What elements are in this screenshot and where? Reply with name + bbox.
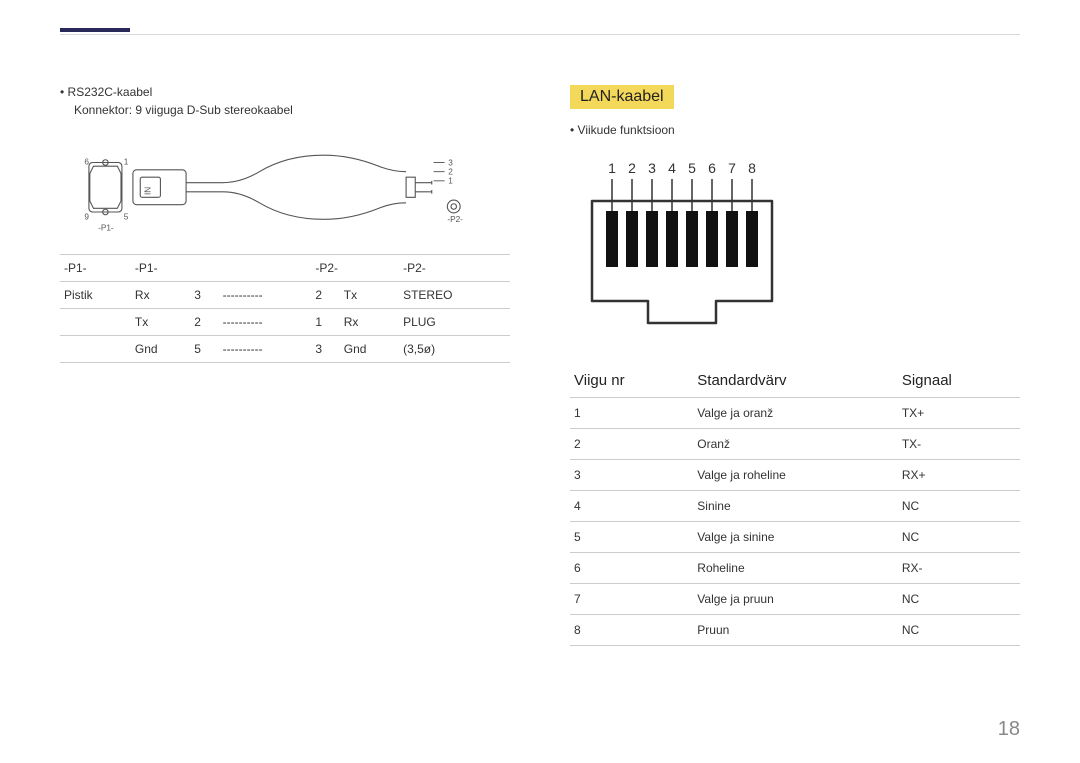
header-rule (60, 34, 1020, 35)
th: -P2- (399, 255, 510, 282)
pin-label: 8 (748, 160, 756, 176)
rs232-diagram: IN 6 1 9 5 -P1- 3 2 1 (60, 135, 490, 245)
th: Signaal (898, 364, 1020, 398)
table-row: 7Valge ja pruunNC (570, 584, 1020, 615)
tip-1: 1 (448, 177, 453, 186)
rs232-subline: Konnektor: 9 viiguga D-Sub stereokaabel (74, 103, 510, 117)
header-accent (60, 28, 130, 32)
lan-section-title: LAN-kaabel (570, 85, 674, 109)
table-row: Gnd 5 ---------- 3 Gnd (3,5ø) (60, 336, 510, 363)
right-column: LAN-kaabel Viikude funktsioon 1 2 3 4 5 … (570, 85, 1020, 646)
th: Viigu nr (570, 364, 693, 398)
pin-label: 1 (608, 160, 616, 176)
in-label: IN (143, 187, 152, 195)
table-head-row: Viigu nr Standardvärv Signaal (570, 364, 1020, 398)
lan-diagram: 1 2 3 4 5 6 7 8 (570, 151, 830, 341)
tip-2: 2 (448, 167, 453, 176)
pin-6: 6 (84, 157, 89, 166)
pin-label: 7 (728, 160, 736, 176)
table-row: 3Valge ja rohelineRX+ (570, 460, 1020, 491)
lan-pin-table: Viigu nr Standardvärv Signaal 1Valge ja … (570, 364, 1020, 646)
th: -P1- (131, 255, 219, 282)
pin-1: 1 (124, 157, 129, 166)
left-column: RS232C-kaabel Konnektor: 9 viiguga D-Sub… (60, 85, 510, 646)
th (219, 255, 312, 282)
table-row: Tx 2 ---------- 1 Rx PLUG (60, 309, 510, 336)
pin-label: 3 (648, 160, 656, 176)
rs232-bullet: RS232C-kaabel (60, 85, 510, 99)
th: -P1- (60, 255, 131, 282)
pin-5: 5 (124, 212, 129, 221)
pin-label: 5 (688, 160, 696, 176)
p2-label: -P2- (447, 215, 463, 224)
th: Standardvärv (693, 364, 898, 398)
th: -P2- (311, 255, 399, 282)
pin-label: 6 (708, 160, 716, 176)
pin-label: 2 (628, 160, 636, 176)
table-row: 5Valge ja sinineNC (570, 522, 1020, 553)
table-row: 6RohelineRX- (570, 553, 1020, 584)
lan-bullet: Viikude funktsioon (570, 123, 1020, 137)
table-head-row: -P1- -P1- -P2- -P2- (60, 255, 510, 282)
table-row: 8PruunNC (570, 615, 1020, 646)
tip-3: 3 (448, 158, 453, 167)
table-row: 4SinineNC (570, 491, 1020, 522)
pin-9: 9 (84, 212, 89, 221)
p1-label: -P1- (98, 223, 114, 232)
rs232-pin-table: -P1- -P1- -P2- -P2- Pistik Rx 3 --------… (60, 254, 510, 363)
table-row: 2OranžTX- (570, 429, 1020, 460)
pin-label: 4 (668, 160, 676, 176)
table-row: 1Valge ja oranžTX+ (570, 398, 1020, 429)
table-row: Pistik Rx 3 ---------- 2 Tx STEREO (60, 282, 510, 309)
page-number: 18 (998, 718, 1020, 741)
